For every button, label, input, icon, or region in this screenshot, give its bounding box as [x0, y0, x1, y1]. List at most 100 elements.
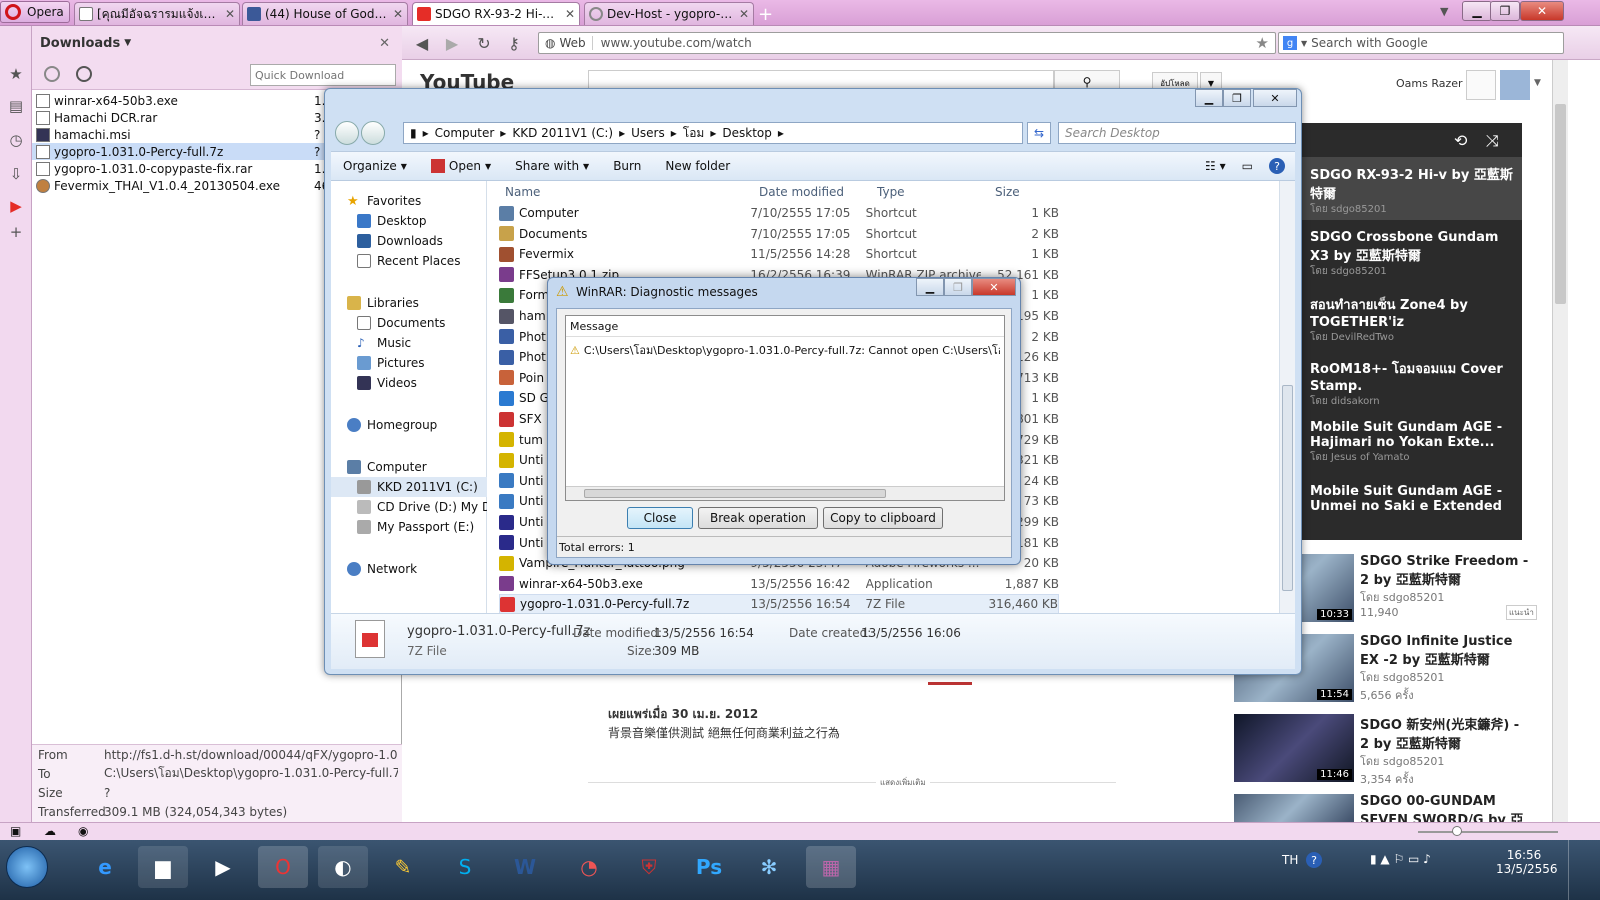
- nav-desktop[interactable]: Desktop: [331, 211, 487, 231]
- break-operation-button[interactable]: Break operation: [698, 507, 818, 529]
- new-tab-icon[interactable]: +: [758, 4, 773, 25]
- username[interactable]: Oams Razer: [1396, 77, 1463, 90]
- downloads-icon[interactable]: ⇩: [6, 164, 26, 184]
- playlist-item[interactable]: Mobile Suit Gundam AGE - Hajimari no Yok…: [1310, 420, 1520, 465]
- playlist-item[interactable]: RoOM18+- โอมจอมแม Cover Stamp. โดย didsak…: [1310, 358, 1520, 409]
- close-icon[interactable]: ✕: [225, 7, 235, 21]
- speed-dial-icon[interactable]: ◉: [78, 824, 88, 838]
- preview-pane-icon[interactable]: ▭: [1242, 159, 1253, 173]
- refresh-icon[interactable]: ⇆: [1027, 122, 1051, 144]
- add-panel-icon[interactable]: +: [6, 222, 26, 242]
- minimize-icon[interactable]: ▁: [1462, 1, 1492, 21]
- winrar-icon[interactable]: ▦: [806, 846, 856, 888]
- opera-menu-button[interactable]: Opera: [0, 1, 70, 23]
- scroll-thumb[interactable]: [584, 489, 886, 498]
- language-indicator[interactable]: TH: [1282, 853, 1298, 867]
- tab-2[interactable]: (44) House of God `By... ✕: [242, 2, 408, 25]
- turbo-icon[interactable]: ☁: [44, 824, 56, 838]
- zoom-slider-handle[interactable]: [1452, 826, 1462, 836]
- notes-icon[interactable]: ▤: [6, 96, 26, 116]
- scroll-thumb[interactable]: [1282, 385, 1293, 591]
- column-size[interactable]: Size: [995, 185, 1020, 199]
- playlist-item[interactable]: Mobile Suit Gundam AGE - Unmei no Saki e…: [1310, 484, 1520, 516]
- stop-icon[interactable]: [44, 66, 60, 82]
- breadcrumb-item[interactable]: Users: [631, 126, 665, 140]
- internet-explorer-icon[interactable]: e: [80, 846, 130, 888]
- close-window-icon[interactable]: ✕: [1520, 1, 1564, 21]
- column-type[interactable]: Type: [877, 185, 905, 199]
- column-date-modified[interactable]: Date modified: [759, 185, 844, 199]
- nav-libraries[interactable]: Libraries: [331, 293, 487, 313]
- scroll-thumb[interactable]: [1555, 104, 1566, 304]
- nav-homegroup[interactable]: Homegroup: [331, 415, 487, 435]
- page-scrollbar[interactable]: [1552, 60, 1568, 822]
- chevron-down-icon[interactable]: ▼: [1301, 39, 1307, 48]
- key-icon[interactable]: ⚷: [504, 34, 524, 53]
- related-item[interactable]: SDGO Infinite Justice EX -2 by 亞藍斯特爾 โดย …: [1360, 634, 1530, 704]
- back-icon[interactable]: ◀: [412, 34, 432, 53]
- youtube-panel-icon[interactable]: ▶: [6, 196, 26, 216]
- organize-button[interactable]: Organize ▼: [331, 159, 419, 173]
- tab-1[interactable]: [คุณมีอัจฉรารมแจ้งเลือนใหม่]Clan... ✕: [74, 2, 240, 25]
- quick-download-input[interactable]: [250, 64, 396, 86]
- skype-icon[interactable]: S: [440, 846, 490, 888]
- forward-icon[interactable]: ▶: [442, 34, 462, 53]
- new-folder-button[interactable]: New folder: [653, 159, 742, 173]
- photoshop-icon[interactable]: Ps: [684, 846, 734, 888]
- nav-pictures[interactable]: Pictures: [331, 353, 487, 373]
- burn-button[interactable]: Burn: [601, 159, 653, 173]
- close-icon[interactable]: ✕: [1253, 89, 1297, 107]
- close-icon[interactable]: ✕: [739, 7, 749, 21]
- nav-drive-d[interactable]: CD Drive (D:) My Dis: [331, 497, 487, 517]
- help-icon[interactable]: ?: [1306, 852, 1322, 868]
- avatar[interactable]: [1500, 70, 1530, 100]
- folder-icon[interactable]: ▆: [138, 846, 188, 888]
- file-row[interactable]: Computer 7/10/2555 17:05 Shortcut 1 KB: [499, 203, 1059, 223]
- resume-icon[interactable]: [76, 66, 92, 82]
- horizontal-scrollbar[interactable]: [566, 486, 1004, 500]
- close-button[interactable]: Close: [627, 507, 693, 529]
- show-desktop-button[interactable]: [1568, 840, 1600, 900]
- clock[interactable]: 16:56 13/5/2556: [1496, 848, 1558, 876]
- shield-icon[interactable]: ⛨: [624, 846, 674, 888]
- nav-computer[interactable]: Computer: [331, 457, 487, 477]
- loop-icon[interactable]: ⟲: [1454, 131, 1467, 150]
- breadcrumb-item[interactable]: Computer: [435, 126, 495, 140]
- word-icon[interactable]: W: [500, 846, 550, 888]
- game-icon[interactable]: ◐: [318, 846, 368, 888]
- nav-favorites[interactable]: ★ Favorites: [331, 191, 487, 211]
- chevron-down-icon[interactable]: ▼: [1534, 78, 1541, 88]
- playlist-item[interactable]: สอนทำลายเซ็น Zone4 by TOGETHER'iz โดย Dev…: [1310, 294, 1520, 345]
- tray-icons[interactable]: ▮ ▲ ⚐ ▭ ♪: [1370, 852, 1431, 866]
- open-button[interactable]: Open ▼: [419, 159, 503, 173]
- show-more-link[interactable]: แสดงเพิ่มเติม: [876, 776, 930, 789]
- pinwheel-icon[interactable]: ◔: [564, 846, 614, 888]
- help-icon[interactable]: ?: [1269, 158, 1285, 174]
- message-column-header[interactable]: Message: [570, 320, 618, 333]
- panel-toggle-icon[interactable]: ▣: [10, 824, 21, 838]
- close-panel-icon[interactable]: ✕: [379, 36, 390, 51]
- close-icon[interactable]: ✕: [972, 278, 1016, 296]
- chevron-down-icon[interactable]: ▼: [124, 38, 131, 48]
- related-item[interactable]: SDGO Strike Freedom - 2 by 亞藍斯特爾 โดย sdgo…: [1360, 554, 1530, 619]
- breadcrumb[interactable]: ▮ ▸ Computer ▸ KKD 2011V1 (C:) ▸ Users ▸ โอม…: [403, 122, 1023, 144]
- start-button[interactable]: [6, 846, 48, 888]
- back-icon[interactable]: [335, 121, 359, 145]
- view-options-icon[interactable]: ☷ ▾: [1205, 159, 1226, 173]
- playlist-item[interactable]: SDGO Crossbone Gundam X3 by 亞藍斯特爾 โดย sdg…: [1310, 230, 1520, 279]
- related-item[interactable]: SDGO 00-GUNDAM SEVEN SWORD/G by 亞藍: [1360, 794, 1530, 822]
- column-name[interactable]: Name: [505, 185, 540, 199]
- file-row[interactable]: winrar-x64-50b3.exe 13/5/2556 16:42 Applic…: [499, 574, 1059, 594]
- related-item[interactable]: SDGO 新安州(光束鐮斧) - 2 by 亞藍斯特爾 โดย sdgo85201…: [1360, 714, 1530, 788]
- bookmarks-star-icon[interactable]: ★: [6, 64, 26, 84]
- search-input[interactable]: Search Desktop: [1058, 122, 1296, 144]
- nav-downloads[interactable]: Downloads: [331, 231, 487, 251]
- forward-icon[interactable]: [361, 121, 385, 145]
- history-clock-icon[interactable]: ◷: [6, 130, 26, 150]
- close-icon[interactable]: ✕: [393, 7, 403, 21]
- tool-icon[interactable]: ✎: [378, 846, 428, 888]
- nav-music[interactable]: ♪ Music: [331, 333, 487, 353]
- minimize-icon[interactable]: ▁: [1195, 89, 1223, 107]
- tab-4[interactable]: Dev-Host - ygopro-1.0... ✕: [584, 2, 754, 25]
- nav-drive-c[interactable]: KKD 2011V1 (C:): [331, 477, 487, 497]
